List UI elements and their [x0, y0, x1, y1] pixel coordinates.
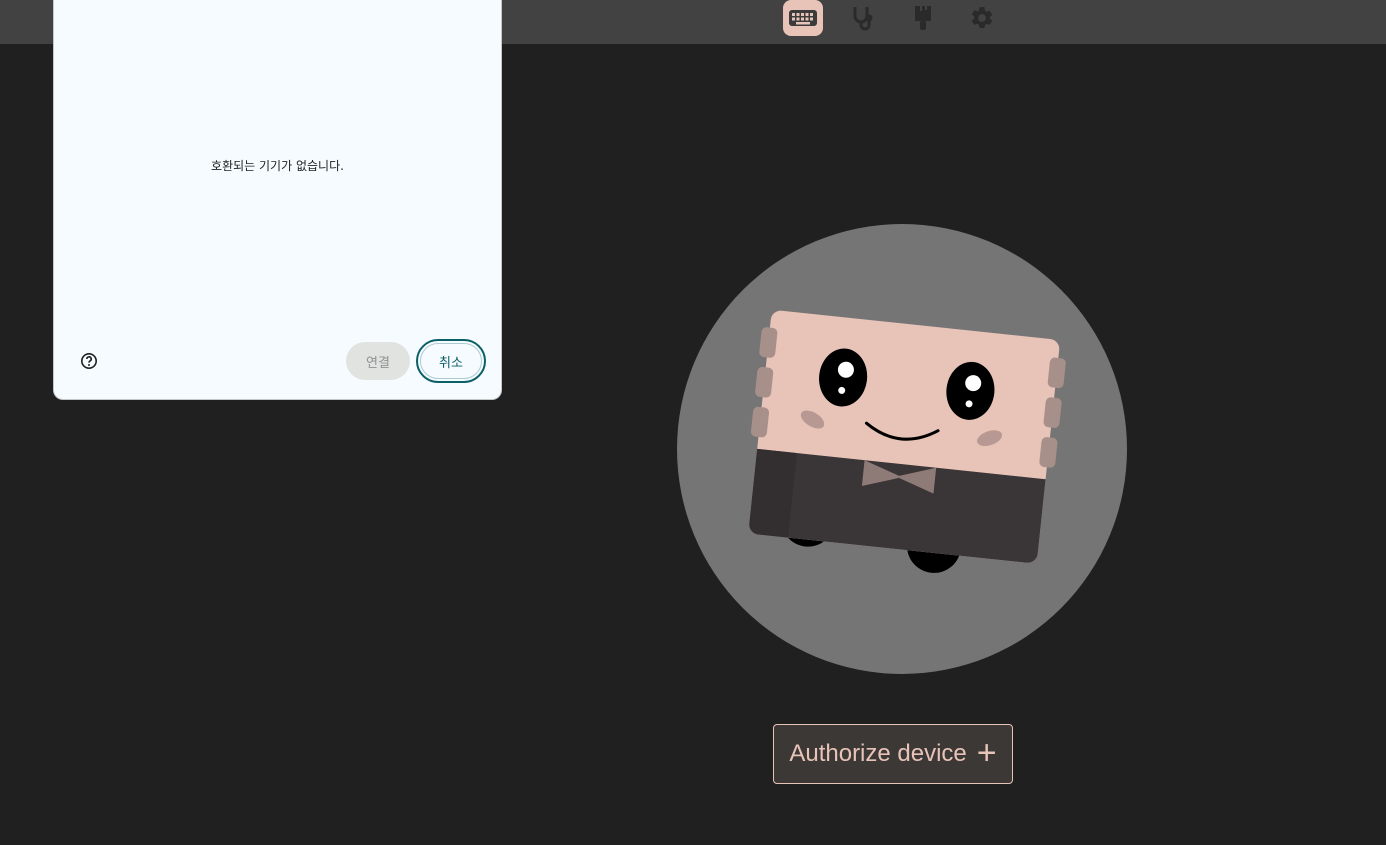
help-circle-icon[interactable] [79, 351, 99, 371]
paintbrush-icon [915, 6, 931, 30]
keyboard-icon [789, 10, 817, 26]
authorize-device-label: Authorize device [789, 740, 967, 767]
keyboard-tab[interactable] [783, 0, 823, 36]
gear-icon [971, 7, 993, 28]
diagnostics-tab[interactable] [843, 0, 883, 36]
stethoscope-icon [853, 7, 873, 31]
cancel-button[interactable]: 취소 [420, 343, 482, 379]
plus-icon: + [976, 733, 997, 772]
connect-button[interactable]: 연결 [346, 342, 410, 380]
settings-tab[interactable] [962, 0, 1002, 36]
no-devices-message: 호환되는 기기가 없습니다. [211, 159, 344, 173]
cancel-button-focus-ring: 취소 [416, 339, 486, 383]
authorize-device-button[interactable]: Authorize device + [773, 724, 1013, 784]
keyboard-mascot-image [749, 310, 1066, 573]
device-chooser-dialog: 호환되는 기기가 없습니다. 연결 취소 [53, 0, 502, 400]
mascot-illustration [677, 224, 1127, 674]
design-tab[interactable] [903, 0, 943, 36]
